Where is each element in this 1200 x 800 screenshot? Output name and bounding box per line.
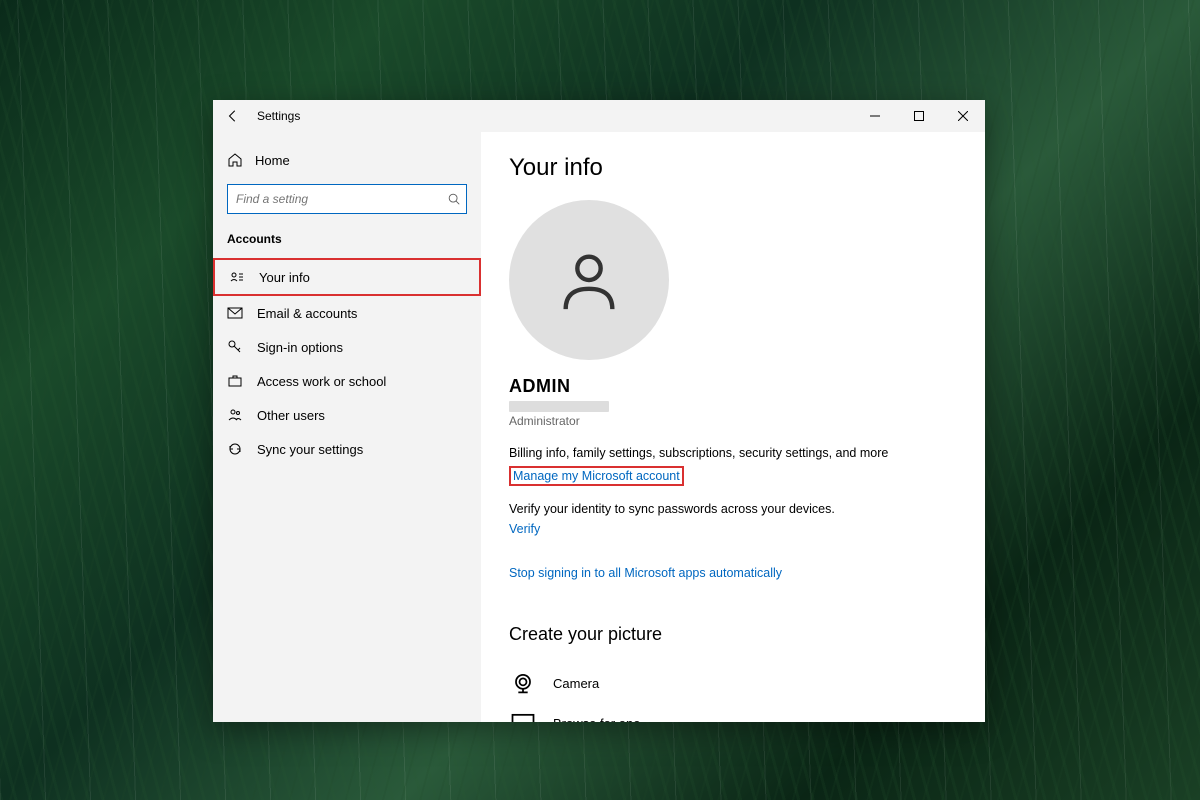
window-controls — [853, 100, 985, 132]
sidebar-item-label: Sign-in options — [257, 340, 343, 355]
sidebar-item-label: Access work or school — [257, 374, 386, 389]
sidebar-item-signin-options[interactable]: Sign-in options — [213, 330, 481, 364]
verify-description: Verify your identity to sync passwords a… — [509, 502, 957, 516]
close-icon — [958, 111, 968, 121]
billing-description: Billing info, family settings, subscript… — [509, 446, 957, 460]
window-title: Settings — [257, 109, 300, 123]
briefcase-icon — [227, 373, 243, 389]
sync-icon — [227, 441, 243, 457]
browse-label: Browse for one — [553, 716, 640, 723]
sidebar-item-label: Email & accounts — [257, 306, 357, 321]
stop-signing-link[interactable]: Stop signing in to all Microsoft apps au… — [509, 566, 782, 580]
close-button[interactable] — [941, 100, 985, 132]
sidebar-item-other-users[interactable]: Other users — [213, 398, 481, 432]
window-body: Home Accounts Your info Email & accounts — [213, 132, 985, 722]
sidebar-item-label: Other users — [257, 408, 325, 423]
sidebar-item-access-work-school[interactable]: Access work or school — [213, 364, 481, 398]
sidebar-home[interactable]: Home — [213, 146, 481, 174]
verify-link[interactable]: Verify — [509, 522, 540, 536]
mail-icon — [227, 305, 243, 321]
search-input[interactable] — [227, 184, 467, 214]
page-title: Your info — [509, 154, 957, 182]
manage-account-link[interactable]: Manage my Microsoft account — [509, 466, 684, 486]
username: ADMIN — [509, 376, 957, 397]
sidebar: Home Accounts Your info Email & accounts — [213, 132, 481, 722]
content-area: Your info ADMIN Administrator Billing in… — [481, 132, 985, 722]
camera-icon — [509, 669, 537, 697]
home-icon — [227, 152, 243, 168]
minimize-icon — [870, 111, 880, 121]
arrow-left-icon — [226, 109, 240, 123]
key-icon — [227, 339, 243, 355]
camera-label: Camera — [553, 676, 599, 691]
picture-heading: Create your picture — [509, 624, 957, 645]
maximize-icon — [914, 111, 924, 121]
sidebar-item-label: Your info — [259, 270, 310, 285]
sidebar-item-your-info[interactable]: Your info — [213, 258, 481, 296]
titlebar: Settings — [213, 100, 985, 132]
sidebar-home-label: Home — [255, 153, 290, 168]
redacted-email — [509, 401, 609, 412]
search-container — [227, 184, 467, 214]
people-icon — [227, 407, 243, 423]
user-role: Administrator — [509, 414, 957, 428]
back-button[interactable] — [213, 100, 253, 132]
maximize-button[interactable] — [897, 100, 941, 132]
sidebar-section-label: Accounts — [213, 228, 481, 258]
sidebar-item-sync-settings[interactable]: Sync your settings — [213, 432, 481, 466]
browse-option[interactable]: Browse for one — [509, 703, 957, 722]
person-icon — [554, 245, 624, 315]
settings-window: Settings Home Acco — [213, 100, 985, 722]
sidebar-item-label: Sync your settings — [257, 442, 363, 457]
minimize-button[interactable] — [853, 100, 897, 132]
person-card-icon — [229, 269, 245, 285]
sidebar-item-email-accounts[interactable]: Email & accounts — [213, 296, 481, 330]
search-icon — [447, 192, 461, 206]
user-avatar — [509, 200, 669, 360]
browse-icon — [509, 709, 537, 722]
camera-option[interactable]: Camera — [509, 663, 957, 703]
